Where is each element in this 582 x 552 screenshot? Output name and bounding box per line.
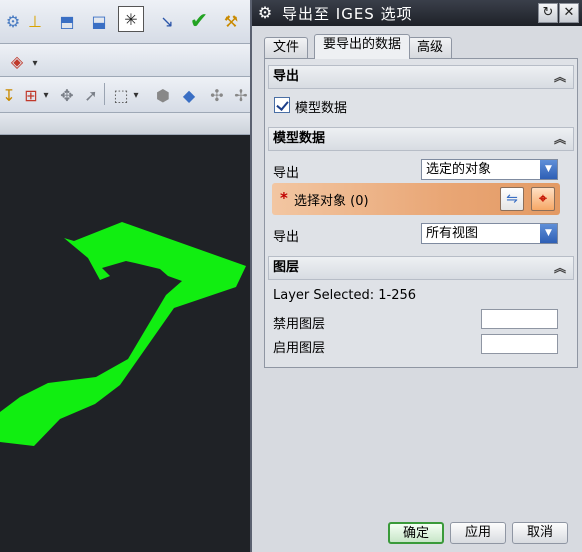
select-object-label: 选择对象 (0) (294, 194, 369, 209)
cube-icon[interactable]: ◆ (176, 82, 202, 108)
section-title-export: 导出 (273, 69, 300, 84)
model-data-checkbox[interactable] (274, 97, 290, 113)
export-iges-dialog: ⚙ 导出至 IGES 选项 ↻ ✕ 文件 要导出的数据 高级 导出 ︽ 模型数据… (250, 0, 582, 552)
toolbar-row-2: ◈ ▾ (0, 44, 252, 77)
cancel-button[interactable]: 取消 (512, 522, 568, 544)
enable-layer-label: 启用图层 (273, 341, 326, 356)
toolbar-row-1: ⚙ ⊥ ⬒ ⬓ ✳ ↘ ✔ ⚒ (0, 0, 252, 44)
tab-file[interactable]: 文件 (264, 37, 309, 58)
status-strip (0, 113, 252, 135)
collapse-icon[interactable]: ︽ (550, 259, 570, 277)
chevron-down-icon[interactable]: ▾ (28, 50, 42, 76)
batch-export-icon[interactable]: ⬓ (86, 8, 112, 34)
select-object-row[interactable]: * 选择对象 (0) ⇋ ⌖ (272, 183, 560, 215)
section-title-model-data: 模型数据 (273, 131, 326, 146)
move-icon[interactable]: ✣ (204, 82, 230, 108)
chevron-down-icon[interactable]: ▼ (540, 160, 557, 179)
class-selection-icon[interactable]: ⇋ (500, 187, 524, 211)
reset-icon[interactable]: ↻ (538, 3, 558, 23)
analysis-icon[interactable]: ⚒ (218, 8, 244, 34)
close-icon[interactable]: ✕ (559, 3, 579, 23)
export-icon[interactable]: ⬒ (54, 8, 80, 34)
export-views-label: 导出 (273, 230, 300, 245)
export-label: 导出 (273, 166, 300, 181)
section-header-export[interactable]: 导出 ︽ (268, 65, 574, 89)
chevron-down-icon[interactable]: ▾ (40, 82, 52, 108)
toolbar-divider (104, 83, 105, 105)
check-icon[interactable]: ✔ (186, 8, 212, 34)
dialog-titlebar[interactable]: ⚙ 导出至 IGES 选项 ↻ ✕ (252, 0, 582, 26)
enable-layer-input[interactable] (481, 334, 558, 354)
section-header-layers[interactable]: 图层 ︽ (268, 256, 574, 280)
green-model-shape[interactable] (0, 222, 246, 446)
required-star: * (280, 189, 288, 207)
section-header-model-data[interactable]: 模型数据 ︽ (268, 127, 574, 151)
collapse-icon[interactable]: ︽ (550, 68, 570, 86)
disable-layer-input[interactable] (481, 309, 558, 329)
layer-icon[interactable]: ◈ (4, 48, 30, 74)
layer-selected-text: Layer Selected: 1-256 (273, 288, 417, 303)
section-title-layers: 图层 (273, 260, 300, 275)
export-views-dropdown[interactable]: 所有视图 ▼ (421, 223, 558, 244)
dialog-title: 导出至 IGES 选项 (282, 5, 413, 23)
shaded-icon[interactable]: ⬢ (150, 82, 176, 108)
origin-icon[interactable]: ⊥ (22, 8, 48, 34)
chevron-down-icon[interactable]: ▾ (130, 82, 142, 108)
disable-layer-label: 禁用图层 (273, 317, 326, 332)
model-data-checkbox-label: 模型数据 (295, 101, 348, 116)
apply-button[interactable]: 应用 (450, 522, 506, 544)
tab-data-to-export[interactable]: 要导出的数据 (314, 34, 411, 59)
tab-advanced[interactable]: 高级 (408, 37, 453, 58)
chevron-down-icon[interactable]: ▼ (540, 224, 557, 243)
tab-panel: 导出 ︽ 模型数据 模型数据 ︽ 导出 选定的对象 ▼ * 选择对象 (0) ⇋… (264, 58, 578, 368)
graphics-viewport[interactable] (0, 135, 252, 552)
point-icon[interactable]: ✥ (54, 82, 80, 108)
export-type-dropdown[interactable]: 选定的对象 ▼ (421, 159, 558, 180)
gear-icon[interactable]: ⚙ (255, 3, 275, 23)
crosshair-icon[interactable]: ⌖ (531, 187, 555, 211)
ok-button[interactable]: 确定 (388, 522, 444, 544)
wcs-icon[interactable]: ✳ (118, 6, 144, 32)
export-views-value: 所有视图 (426, 226, 479, 241)
pointer-icon[interactable]: ➚ (78, 82, 104, 108)
attribute-icon[interactable]: ↘ (154, 8, 180, 34)
collapse-icon[interactable]: ︽ (550, 130, 570, 148)
cad-application-area: ⚙ ⊥ ⬒ ⬓ ✳ ↘ ✔ ⚒ ◈ ▾ ↧ ⊞ ▾ ✥ ➚ ⬚ ▾ ⬢ ◆ ✣ … (0, 0, 252, 552)
export-type-value: 选定的对象 (426, 162, 492, 177)
toolbar-row-3: ↧ ⊞ ▾ ✥ ➚ ⬚ ▾ ⬢ ◆ ✣ ✢ (0, 77, 252, 113)
